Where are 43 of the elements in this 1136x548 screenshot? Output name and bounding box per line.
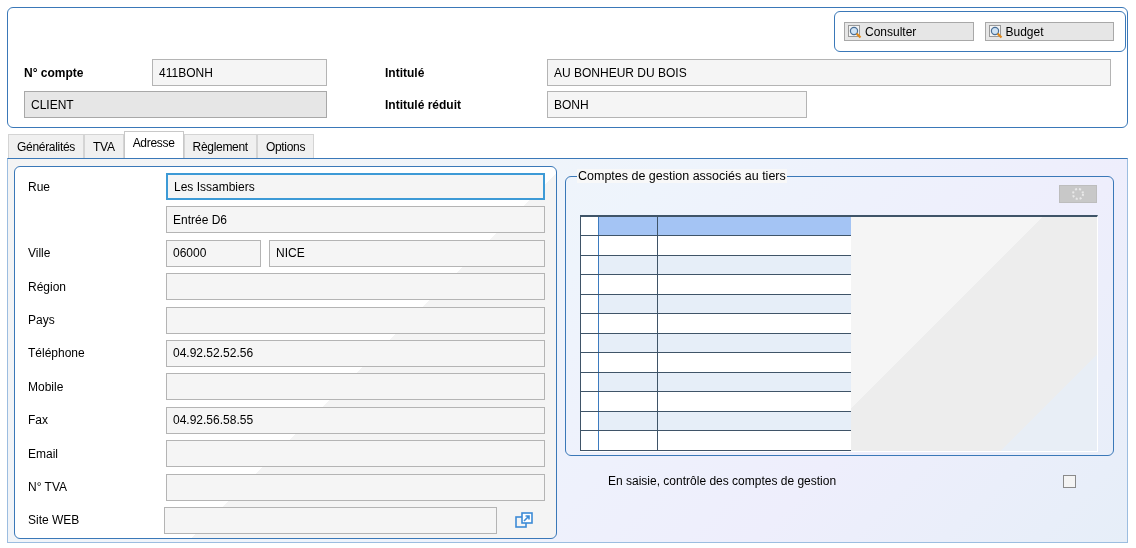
field-label: Email [28,446,59,461]
input-field[interactable] [166,273,545,301]
input-field[interactable]: 04.92.52.52.56 [166,339,545,367]
field-label: N° compte [24,65,85,80]
open-link-icon[interactable] [515,511,533,530]
field-label: Site WEB [28,513,81,528]
group-title: Comptes de gestion associés au tiers [577,169,787,183]
category-field: CLIENT [24,91,327,118]
toolbar-button[interactable]: Budget [984,22,1114,41]
tab[interactable]: Généralités [8,134,85,158]
input-field[interactable]: NICE [269,239,545,267]
field-label: Téléphone [28,346,86,361]
input-field[interactable] [166,373,545,401]
field-label: Intitulé réduit [385,97,462,112]
tab[interactable]: TVA [84,134,124,158]
field-label: Rue [28,179,51,194]
settings-icon [1070,186,1086,202]
input-field[interactable]: BONH [547,91,807,118]
field-label: Mobile [28,379,65,394]
magnifier-icon [988,24,1003,39]
input-field[interactable] [164,506,497,534]
input-field[interactable] [166,306,545,334]
field-label: N° TVA [28,480,69,494]
tab[interactable]: Options [256,134,315,158]
tab[interactable]: Règlement [183,134,257,158]
input-field[interactable] [166,473,545,501]
tab[interactable]: Adresse [123,131,184,158]
input-field[interactable]: Les Issambiers [166,173,545,200]
field-label: Région [28,279,68,294]
input-field[interactable]: 04.92.56.58.55 [166,406,545,434]
magnifier-icon [848,24,862,39]
input-field[interactable]: 411BONH [152,59,327,86]
input-field[interactable]: 06000 [166,239,261,267]
input-field[interactable] [166,440,545,468]
field-label: Pays [28,313,56,328]
checkbox[interactable] [1063,474,1076,488]
toolbar-button[interactable]: Consulter [844,22,974,41]
field-label: Intitulé [385,65,426,80]
input-field[interactable]: AU BONHEUR DU BOIS [547,59,1111,86]
input-field[interactable]: Entrée D6 [166,206,545,234]
option-label: En saisie, contrôle des comptes de gestion [608,474,837,488]
field-label: Fax [28,413,49,428]
field-label: Ville [28,246,52,261]
